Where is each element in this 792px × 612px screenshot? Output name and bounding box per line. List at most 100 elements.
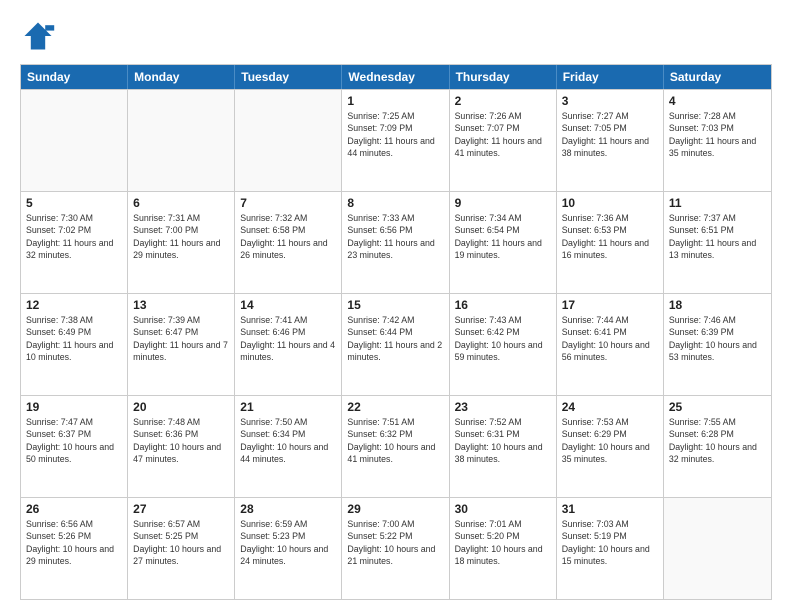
cell-day-number: 10 [562, 196, 658, 210]
calendar-cell: 27Sunrise: 6:57 AM Sunset: 5:25 PM Dayli… [128, 498, 235, 599]
cell-day-number: 15 [347, 298, 443, 312]
calendar-cell: 30 Sunrise: 7:01 AM Sunset: 5:20 PM Dayli… [450, 498, 557, 599]
calendar-cell: 17Sunrise: 7:44 AM Sunset: 6:41 PM Dayli… [557, 294, 664, 395]
calendar-cell: 13 Sunrise: 7:39 AM Sunset: 6:47 PM Dayli… [128, 294, 235, 395]
calendar-cell: 29 Sunrise: 7:00 AM Sunset: 5:22 PM Dayli… [342, 498, 449, 599]
calendar-cell: 20 Sunrise: 7:48 AM Sunset: 6:36 PM Dayli… [128, 396, 235, 497]
cell-day-number: 26 [26, 502, 122, 516]
calendar-cell: 24 Sunrise: 7:53 AM Sunset: 6:29 PM Dayli… [557, 396, 664, 497]
cell-info: Sunrise: 7:41 AM Sunset: 6:46 PM Dayligh… [240, 314, 336, 363]
calendar-cell: 28 Sunrise: 6:59 AM Sunset: 5:23 PM Dayli… [235, 498, 342, 599]
cell-info: Sunrise: 7:27 AM Sunset: 7:05 PM Dayligh… [562, 110, 658, 159]
calendar-cell [664, 498, 771, 599]
cell-info: Sunrise: 7:43 AM Sunset: 6:42 PM Dayligh… [455, 314, 551, 363]
cell-info: Sunrise: 6:59 AM Sunset: 5:23 PM Dayligh… [240, 518, 336, 567]
day-header-friday: Friday [557, 65, 664, 89]
day-header-wednesday: Wednesday [342, 65, 449, 89]
calendar-cell: 7 Sunrise: 7:32 AM Sunset: 6:58 PM Daylig… [235, 192, 342, 293]
calendar-cell: 5Sunrise: 7:30 AM Sunset: 7:02 PM Daylig… [21, 192, 128, 293]
day-header-saturday: Saturday [664, 65, 771, 89]
cell-info: Sunrise: 7:53 AM Sunset: 6:29 PM Dayligh… [562, 416, 658, 465]
calendar-cell: 23 Sunrise: 7:52 AM Sunset: 6:31 PM Dayli… [450, 396, 557, 497]
cell-day-number: 14 [240, 298, 336, 312]
calendar-week-2: 5Sunrise: 7:30 AM Sunset: 7:02 PM Daylig… [21, 191, 771, 293]
cell-day-number: 13 [133, 298, 229, 312]
calendar-cell: 18Sunrise: 7:46 AM Sunset: 6:39 PM Dayli… [664, 294, 771, 395]
calendar-cell: 22 Sunrise: 7:51 AM Sunset: 6:32 PM Dayli… [342, 396, 449, 497]
calendar-cell: 2 Sunrise: 7:26 AM Sunset: 7:07 PM Daylig… [450, 90, 557, 191]
cell-info: Sunrise: 7:38 AM Sunset: 6:49 PM Dayligh… [26, 314, 122, 363]
cell-day-number: 22 [347, 400, 443, 414]
cell-info: Sunrise: 7:36 AM Sunset: 6:53 PM Dayligh… [562, 212, 658, 261]
cell-day-number: 30 [455, 502, 551, 516]
calendar-cell: 9 Sunrise: 7:34 AM Sunset: 6:54 PM Daylig… [450, 192, 557, 293]
calendar-cell: 14 Sunrise: 7:41 AM Sunset: 6:46 PM Dayli… [235, 294, 342, 395]
cell-day-number: 31 [562, 502, 658, 516]
logo [20, 18, 60, 54]
calendar-week-4: 19 Sunrise: 7:47 AM Sunset: 6:37 PM Dayli… [21, 395, 771, 497]
day-header-sunday: Sunday [21, 65, 128, 89]
cell-info: Sunrise: 7:47 AM Sunset: 6:37 PM Dayligh… [26, 416, 122, 465]
cell-info: Sunrise: 7:32 AM Sunset: 6:58 PM Dayligh… [240, 212, 336, 261]
cell-day-number: 4 [669, 94, 766, 108]
cell-info: Sunrise: 7:50 AM Sunset: 6:34 PM Dayligh… [240, 416, 336, 465]
cell-info: Sunrise: 7:25 AM Sunset: 7:09 PM Dayligh… [347, 110, 443, 159]
calendar: SundayMondayTuesdayWednesdayThursdayFrid… [20, 64, 772, 600]
cell-info: Sunrise: 7:33 AM Sunset: 6:56 PM Dayligh… [347, 212, 443, 261]
cell-info: Sunrise: 6:56 AM Sunset: 5:26 PM Dayligh… [26, 518, 122, 567]
calendar-body: 1 Sunrise: 7:25 AM Sunset: 7:09 PM Daylig… [21, 89, 771, 599]
cell-info: Sunrise: 7:34 AM Sunset: 6:54 PM Dayligh… [455, 212, 551, 261]
cell-day-number: 29 [347, 502, 443, 516]
cell-info: Sunrise: 7:31 AM Sunset: 7:00 PM Dayligh… [133, 212, 229, 261]
cell-day-number: 2 [455, 94, 551, 108]
calendar-cell: 12Sunrise: 7:38 AM Sunset: 6:49 PM Dayli… [21, 294, 128, 395]
calendar-cell: 8Sunrise: 7:33 AM Sunset: 6:56 PM Daylig… [342, 192, 449, 293]
cell-day-number: 27 [133, 502, 229, 516]
calendar-cell: 6 Sunrise: 7:31 AM Sunset: 7:00 PM Daylig… [128, 192, 235, 293]
cell-info: Sunrise: 7:51 AM Sunset: 6:32 PM Dayligh… [347, 416, 443, 465]
cell-day-number: 23 [455, 400, 551, 414]
cell-day-number: 19 [26, 400, 122, 414]
cell-day-number: 20 [133, 400, 229, 414]
calendar-cell: 11Sunrise: 7:37 AM Sunset: 6:51 PM Dayli… [664, 192, 771, 293]
cell-info: Sunrise: 7:00 AM Sunset: 5:22 PM Dayligh… [347, 518, 443, 567]
cell-day-number: 21 [240, 400, 336, 414]
cell-info: Sunrise: 7:01 AM Sunset: 5:20 PM Dayligh… [455, 518, 551, 567]
cell-info: Sunrise: 7:03 AM Sunset: 5:19 PM Dayligh… [562, 518, 658, 567]
calendar-cell [128, 90, 235, 191]
calendar-cell: 4 Sunrise: 7:28 AM Sunset: 7:03 PM Daylig… [664, 90, 771, 191]
calendar-cell: 3 Sunrise: 7:27 AM Sunset: 7:05 PM Daylig… [557, 90, 664, 191]
cell-info: Sunrise: 7:26 AM Sunset: 7:07 PM Dayligh… [455, 110, 551, 159]
cell-info: Sunrise: 7:30 AM Sunset: 7:02 PM Dayligh… [26, 212, 122, 261]
calendar-cell: 15Sunrise: 7:42 AM Sunset: 6:44 PM Dayli… [342, 294, 449, 395]
logo-icon [20, 18, 56, 54]
calendar-cell: 16Sunrise: 7:43 AM Sunset: 6:42 PM Dayli… [450, 294, 557, 395]
calendar-cell [21, 90, 128, 191]
calendar-cell: 21 Sunrise: 7:50 AM Sunset: 6:34 PM Dayli… [235, 396, 342, 497]
cell-info: Sunrise: 7:39 AM Sunset: 6:47 PM Dayligh… [133, 314, 229, 363]
cell-day-number: 28 [240, 502, 336, 516]
cell-info: Sunrise: 7:48 AM Sunset: 6:36 PM Dayligh… [133, 416, 229, 465]
cell-day-number: 17 [562, 298, 658, 312]
calendar-cell [235, 90, 342, 191]
page: SundayMondayTuesdayWednesdayThursdayFrid… [0, 0, 792, 612]
calendar-week-1: 1 Sunrise: 7:25 AM Sunset: 7:09 PM Daylig… [21, 89, 771, 191]
day-header-tuesday: Tuesday [235, 65, 342, 89]
cell-info: Sunrise: 7:52 AM Sunset: 6:31 PM Dayligh… [455, 416, 551, 465]
cell-day-number: 7 [240, 196, 336, 210]
calendar-cell: 19 Sunrise: 7:47 AM Sunset: 6:37 PM Dayli… [21, 396, 128, 497]
cell-day-number: 9 [455, 196, 551, 210]
cell-day-number: 11 [669, 196, 766, 210]
calendar-week-5: 26 Sunrise: 6:56 AM Sunset: 5:26 PM Dayli… [21, 497, 771, 599]
calendar-cell: 31 Sunrise: 7:03 AM Sunset: 5:19 PM Dayli… [557, 498, 664, 599]
cell-day-number: 3 [562, 94, 658, 108]
calendar-cell: 26 Sunrise: 6:56 AM Sunset: 5:26 PM Dayli… [21, 498, 128, 599]
cell-info: Sunrise: 7:28 AM Sunset: 7:03 PM Dayligh… [669, 110, 766, 159]
cell-day-number: 24 [562, 400, 658, 414]
cell-day-number: 25 [669, 400, 766, 414]
cell-info: Sunrise: 7:55 AM Sunset: 6:28 PM Dayligh… [669, 416, 766, 465]
cell-day-number: 1 [347, 94, 443, 108]
calendar-cell: 25 Sunrise: 7:55 AM Sunset: 6:28 PM Dayli… [664, 396, 771, 497]
cell-day-number: 6 [133, 196, 229, 210]
cell-day-number: 18 [669, 298, 766, 312]
